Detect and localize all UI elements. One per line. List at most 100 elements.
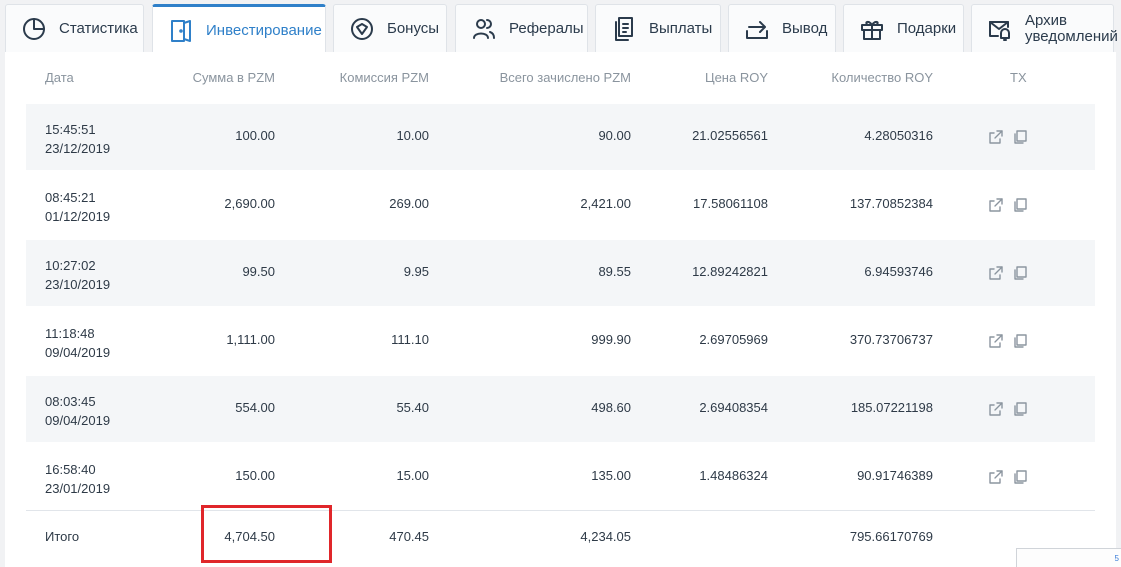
table-row: 08:45:21 01/12/2019 2,690.00 269.00 2,421.00… bbox=[26, 172, 1095, 238]
totals-total-credited: 4,234.05 bbox=[580, 529, 631, 544]
row-date: 23/10/2019 bbox=[45, 277, 111, 292]
header-commission: Комиссия PZM bbox=[339, 70, 429, 85]
totals-commission: 470.45 bbox=[389, 529, 429, 544]
copy-icon[interactable] bbox=[1012, 265, 1028, 281]
tab-notifications-archive[interactable]: Архив уведомлений bbox=[971, 4, 1118, 52]
row-price: 2.69408354 bbox=[699, 400, 768, 415]
table-row: 16:58:40 23/01/2019 150.00 15.00 135.00 1.484… bbox=[26, 444, 1095, 510]
totals-row: Итого 4,704.50 470.45 4,234.05 795.66170… bbox=[26, 510, 1095, 567]
row-time: 16:58:40 bbox=[45, 462, 96, 477]
row-quantity: 137.70852384 bbox=[849, 196, 933, 211]
row-amount: 554.00 bbox=[235, 400, 275, 415]
row-total-credited: 90.00 bbox=[598, 128, 631, 143]
row-total-credited: 135.00 bbox=[591, 468, 631, 483]
row-price: 2.69705969 bbox=[699, 332, 768, 347]
row-price: 21.02556561 bbox=[692, 128, 768, 143]
row-time: 08:45:21 bbox=[45, 190, 96, 205]
header-amount: Сумма в PZM bbox=[192, 70, 275, 85]
row-quantity: 185.07221198 bbox=[850, 400, 933, 415]
copy-icon[interactable] bbox=[1012, 129, 1028, 145]
tab-investing[interactable]: Инвестирование bbox=[152, 4, 326, 54]
gift-icon bbox=[858, 15, 886, 43]
row-amount: 100.00 bbox=[235, 128, 275, 143]
external-link-icon[interactable] bbox=[988, 333, 1004, 349]
row-amount: 1,111.00 bbox=[226, 332, 275, 347]
tab-referrals[interactable]: Рефералы bbox=[455, 4, 588, 52]
row-date: 09/04/2019 bbox=[45, 345, 111, 360]
row-total-credited: 89.55 bbox=[598, 264, 631, 279]
totals-quantity: 795.66170769 bbox=[849, 529, 933, 544]
users-icon bbox=[470, 15, 498, 43]
table-row: 10:27:02 23/10/2019 99.50 9.95 89.55 12.89242… bbox=[26, 240, 1095, 306]
copy-icon[interactable] bbox=[1012, 197, 1028, 213]
row-time: 11:18:48 bbox=[45, 326, 95, 341]
row-amount: 150.00 bbox=[235, 468, 275, 483]
row-commission: 111.10 bbox=[391, 332, 429, 347]
tab-label: Подарки bbox=[897, 20, 957, 37]
bonus-badge-icon bbox=[348, 15, 376, 43]
bell-archive-icon bbox=[986, 15, 1014, 43]
row-commission: 269.00 bbox=[389, 196, 429, 211]
investments-panel: Дата Сумма в PZM Комиссия PZM Всего зачи… bbox=[5, 52, 1116, 567]
totals-label: Итого bbox=[45, 529, 80, 544]
tab-label: Бонусы bbox=[387, 20, 440, 37]
row-amount: 99.50 bbox=[242, 264, 275, 279]
header-date: Дата bbox=[45, 70, 74, 85]
tab-label: Статистика bbox=[59, 20, 138, 37]
row-tx-actions bbox=[988, 129, 1028, 145]
row-time: 15:45:51 bbox=[45, 122, 96, 137]
row-tx-actions bbox=[988, 265, 1028, 281]
highlight-box bbox=[201, 505, 332, 563]
row-date: 09/04/2019 bbox=[45, 413, 111, 428]
tab-gifts[interactable]: Подарки bbox=[843, 4, 964, 52]
external-link-icon[interactable] bbox=[988, 197, 1004, 213]
row-total-credited: 498.60 bbox=[591, 400, 631, 415]
tab-label: Рефералы bbox=[509, 20, 584, 37]
row-datetime: 08:03:45 09/04/2019 bbox=[45, 392, 110, 430]
receipt-icon bbox=[610, 15, 638, 43]
tab-label: Инвестирование bbox=[206, 22, 322, 39]
row-total-credited: 999.90 bbox=[591, 332, 631, 347]
table-row: 11:18:48 09/04/2019 1,111.00 111.10 999.90 2.… bbox=[26, 308, 1095, 374]
corner-widget[interactable]: 5 bbox=[1016, 548, 1121, 567]
row-tx-actions bbox=[988, 469, 1028, 485]
row-quantity: 4.28050316 bbox=[864, 128, 933, 143]
row-commission: 9.95 bbox=[403, 264, 429, 279]
tab-statistics[interactable]: Статистика bbox=[5, 4, 144, 52]
tab-withdraw[interactable]: Вывод bbox=[728, 4, 836, 52]
external-link-icon[interactable] bbox=[988, 469, 1004, 485]
withdraw-arrow-icon bbox=[743, 15, 771, 43]
row-commission: 55.40 bbox=[396, 400, 429, 415]
tab-label: Выплаты bbox=[649, 20, 713, 37]
copy-icon[interactable] bbox=[1012, 469, 1028, 485]
table-header: Дата Сумма в PZM Комиссия PZM Всего зачи… bbox=[5, 52, 1116, 100]
row-time: 08:03:45 bbox=[45, 394, 96, 409]
copy-icon[interactable] bbox=[1012, 401, 1028, 417]
row-date: 23/12/2019 bbox=[45, 141, 111, 156]
header-total-credited: Всего зачислено PZM bbox=[499, 70, 631, 85]
external-link-icon[interactable] bbox=[988, 129, 1004, 145]
row-date: 23/01/2019 bbox=[45, 481, 111, 496]
row-quantity: 90.91746389 bbox=[857, 468, 933, 483]
tab-payouts[interactable]: Выплаты bbox=[595, 4, 721, 52]
header-tx: TX bbox=[1010, 70, 1027, 85]
row-datetime: 15:45:51 23/12/2019 bbox=[45, 120, 110, 158]
corner-widget-text: 5 bbox=[1114, 554, 1119, 563]
copy-icon[interactable] bbox=[1012, 333, 1028, 349]
tab-label: Архив уведомлений bbox=[1025, 11, 1118, 45]
row-price: 1.48486324 bbox=[699, 468, 768, 483]
row-price: 12.89242821 bbox=[692, 264, 768, 279]
external-link-icon[interactable] bbox=[988, 265, 1004, 281]
external-link-icon[interactable] bbox=[988, 401, 1004, 417]
table-row: 08:03:45 09/04/2019 554.00 55.40 498.60 2.694… bbox=[26, 376, 1095, 442]
chart-pie-icon bbox=[20, 15, 48, 43]
row-price: 17.58061108 bbox=[693, 196, 768, 211]
row-tx-actions bbox=[988, 401, 1028, 417]
row-datetime: 11:18:48 09/04/2019 bbox=[45, 324, 110, 362]
row-date: 01/12/2019 bbox=[45, 209, 111, 224]
tab-bonuses[interactable]: Бонусы bbox=[333, 4, 447, 52]
row-quantity: 6.94593746 bbox=[864, 264, 933, 279]
row-tx-actions bbox=[988, 333, 1028, 349]
row-commission: 15.00 bbox=[396, 468, 429, 483]
table-row: 15:45:51 23/12/2019 100.00 10.00 90.00 21.025… bbox=[26, 104, 1095, 170]
